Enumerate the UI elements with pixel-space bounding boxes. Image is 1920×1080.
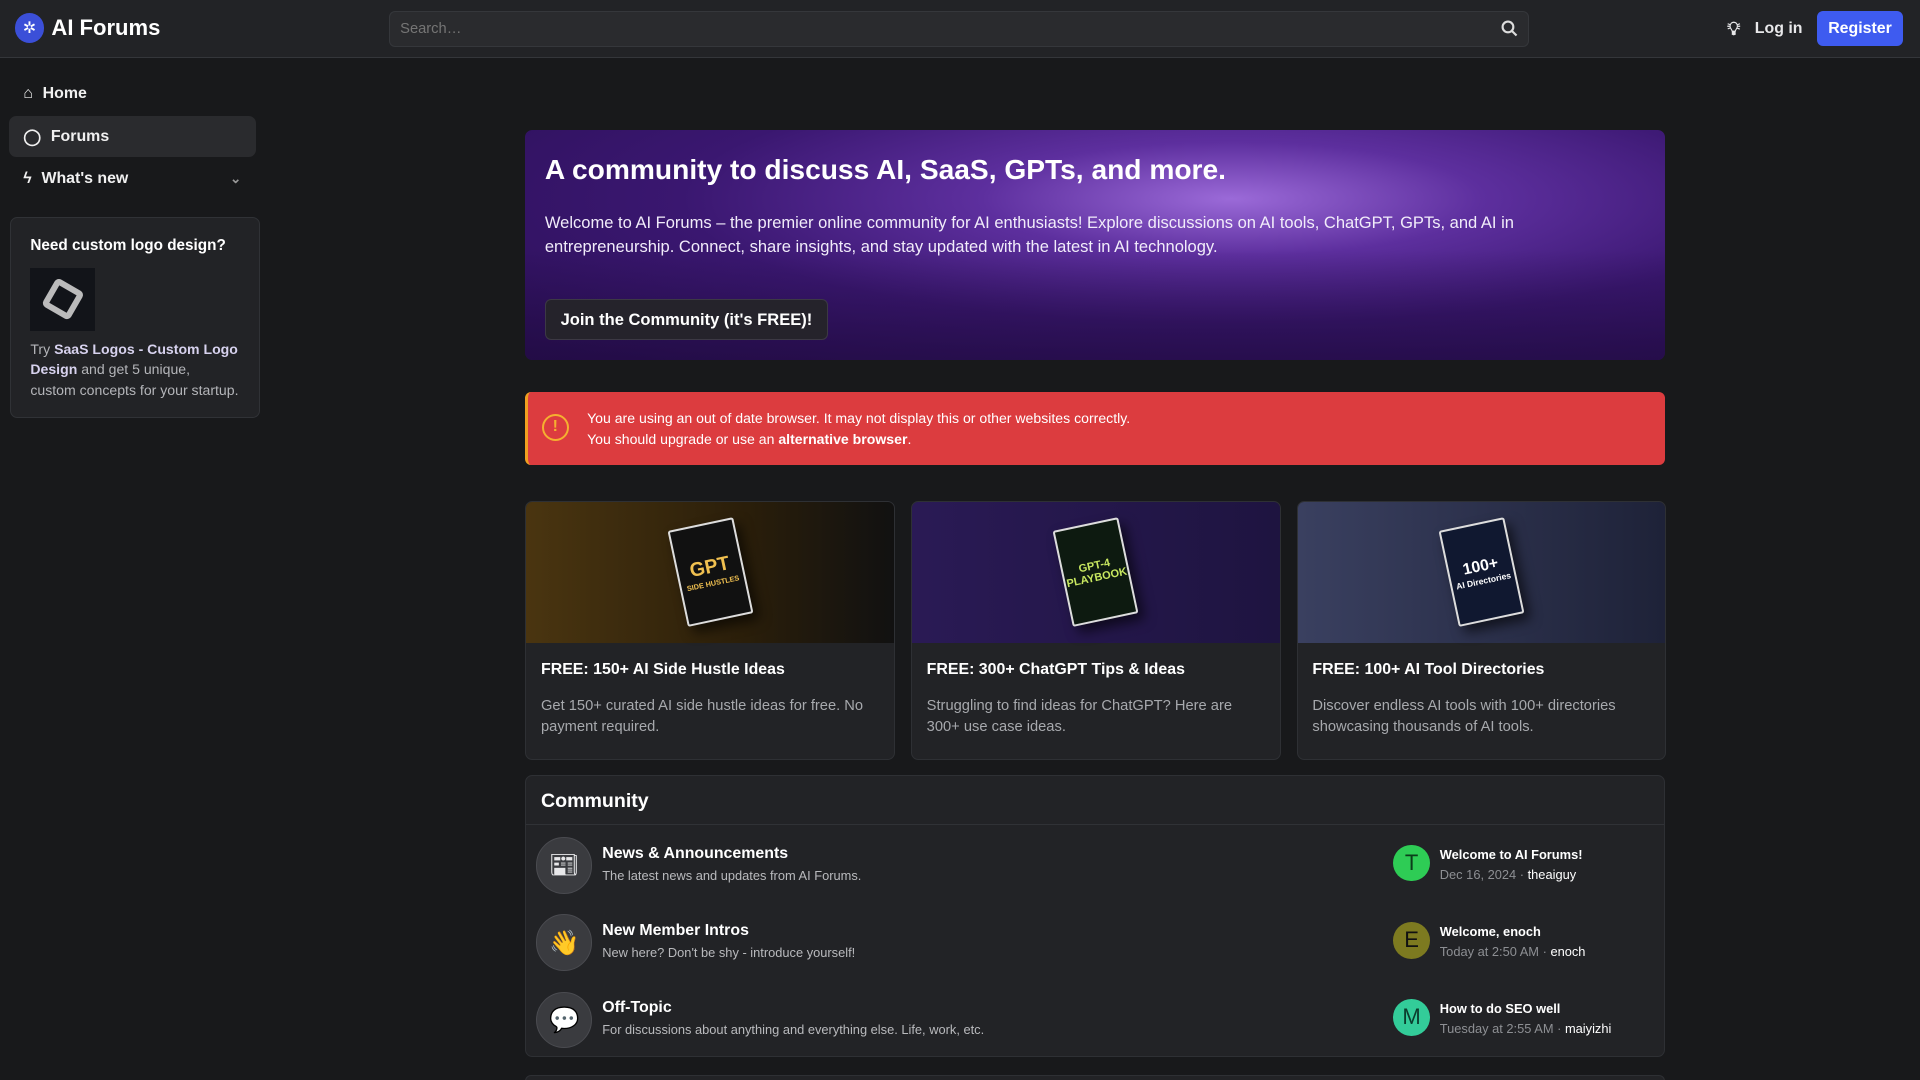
search-input[interactable] — [400, 20, 1502, 37]
username-link[interactable]: enoch — [1550, 944, 1585, 959]
outdated-browser-alert: ! You are using an out of date browser. … — [525, 391, 1666, 466]
search-icon[interactable] — [1501, 20, 1518, 37]
speech-bubble-icon: 💬 — [536, 991, 593, 1048]
sidebar-item-label: Home — [42, 84, 87, 102]
forum-title[interactable]: New Member Intros — [602, 922, 749, 940]
bolt-icon: ϟ — [23, 170, 32, 188]
section-title[interactable]: Community — [526, 776, 1665, 826]
latest-meta: Tuesday at 2:55 AM · maiyizhi — [1439, 1020, 1612, 1036]
hero-title: A community to discuss AI, SaaS, GPTs, a… — [544, 154, 1226, 186]
forum-row: 💬 Off-Topic For discussions about anythi… — [526, 979, 1664, 1056]
sidebar-item-home[interactable]: ⌂ Home — [9, 73, 256, 113]
forum-title[interactable]: News & Announcements — [602, 845, 788, 863]
resource-cards: GPT SIDE HUSTLES FREE: 150+ AI Side Hustl… — [525, 500, 1667, 761]
forum-row: 📰︎ News & Announcements The latest news … — [526, 825, 1664, 902]
username-link[interactable]: theaiguy — [1528, 867, 1577, 882]
card-image: GPT SIDE HUSTLES — [526, 501, 895, 643]
sidebar-item-label: Forums — [50, 127, 110, 145]
site-logo[interactable]: ✲ AI Forums — [14, 13, 161, 43]
resource-card[interactable]: 100+ AI Directories FREE: 100+ AI Tool Di… — [1296, 500, 1667, 761]
promo-widget: Need custom logo design? Try SaaS Logos … — [9, 216, 260, 418]
forum-row: 👋 New Member Intros New here? Don't be s… — [526, 902, 1664, 979]
card-image: GPT-4 PLAYBOOK — [911, 501, 1280, 643]
chat-bubble-icon: ◯ — [23, 128, 42, 146]
waving-hand-icon: 👋 — [536, 914, 593, 971]
card-desc: Get 150+ curated AI side hustle ideas fo… — [540, 698, 864, 735]
card-title: FREE: 100+ AI Tool Directories — [1312, 660, 1545, 678]
top-bar: ✲ AI Forums 💡︎ Log in Register — [0, 0, 1920, 58]
register-button[interactable]: Register — [1817, 11, 1903, 47]
sidebar-item-label: What's new — [41, 170, 129, 188]
sidebar-item-whats-new[interactable]: ϟ What's new ⌄ — [9, 159, 256, 199]
brain-icon: ✲ — [14, 13, 45, 43]
alternative-browser-link[interactable]: alternative browser — [778, 431, 907, 447]
newspaper-icon: 📰︎ — [536, 837, 593, 894]
latest-thread-link[interactable]: Welcome to AI Forums! — [1440, 847, 1583, 862]
forum-desc: New here? Don't be shy - introduce yours… — [602, 945, 856, 961]
forum-title[interactable]: Off-Topic — [602, 999, 672, 1017]
home-icon: ⌂ — [23, 84, 33, 102]
card-desc: Struggling to find ideas for ChatGPT? He… — [926, 698, 1233, 735]
card-image: 100+ AI Directories — [1297, 501, 1666, 643]
chevron-down-icon[interactable]: ⌄ — [230, 171, 241, 187]
saas-logos-image[interactable] — [30, 267, 96, 332]
sidebar-item-forums[interactable]: ◯ Forums — [8, 116, 256, 157]
avatar[interactable]: E — [1393, 921, 1430, 959]
latest-meta: Dec 16, 2024 · theaiguy — [1439, 866, 1577, 882]
latest-thread-link[interactable]: Welcome, enoch — [1440, 924, 1541, 939]
next-section — [525, 1075, 1666, 1080]
promo-title: Need custom logo design? — [30, 237, 226, 255]
username-link[interactable]: maiyizhi — [1565, 1021, 1611, 1036]
card-title: FREE: 150+ AI Side Hustle Ideas — [540, 660, 785, 678]
alert-line: You should upgrade or use an alternative… — [587, 430, 912, 447]
alert-line: You are using an out of date browser. It… — [587, 409, 1131, 426]
warning-icon: ! — [541, 413, 569, 441]
resource-card[interactable]: GPT SIDE HUSTLES FREE: 150+ AI Side Hustl… — [525, 500, 896, 761]
avatar[interactable]: M — [1393, 998, 1430, 1036]
lightbulb-icon[interactable]: 💡︎ — [1727, 18, 1740, 40]
avatar[interactable]: T — [1393, 844, 1430, 882]
forum-desc: For discussions about anything and every… — [602, 1022, 985, 1038]
hero-body: Welcome to AI Forums – the premier onlin… — [544, 212, 1514, 257]
hero-banner: A community to discuss AI, SaaS, GPTs, a… — [525, 129, 1666, 360]
latest-thread-link[interactable]: How to do SEO well — [1440, 1001, 1561, 1016]
community-section: Community 📰︎ News & Announcements The la… — [525, 775, 1666, 1057]
latest-meta: Today at 2:50 AM · enoch — [1439, 943, 1586, 959]
resource-card[interactable]: GPT-4 PLAYBOOK FREE: 300+ ChatGPT Tips & … — [910, 500, 1281, 761]
site-name: AI Forums — [51, 15, 161, 41]
login-link[interactable]: Log in — [1755, 20, 1803, 38]
sidebar: ⌂ Home ◯ Forums ϟ What's new ⌄ — [8, 73, 256, 202]
promo-text: Try SaaS Logos - Custom Logo Design and … — [30, 340, 239, 399]
card-desc: Discover endless AI tools with 100+ dire… — [1312, 698, 1616, 735]
forum-desc: The latest news and updates from AI Foru… — [602, 867, 862, 883]
join-community-button[interactable]: Join the Community (it's FREE)! — [544, 298, 828, 341]
search-box — [389, 11, 1530, 47]
card-title: FREE: 300+ ChatGPT Tips & Ideas — [926, 660, 1185, 678]
